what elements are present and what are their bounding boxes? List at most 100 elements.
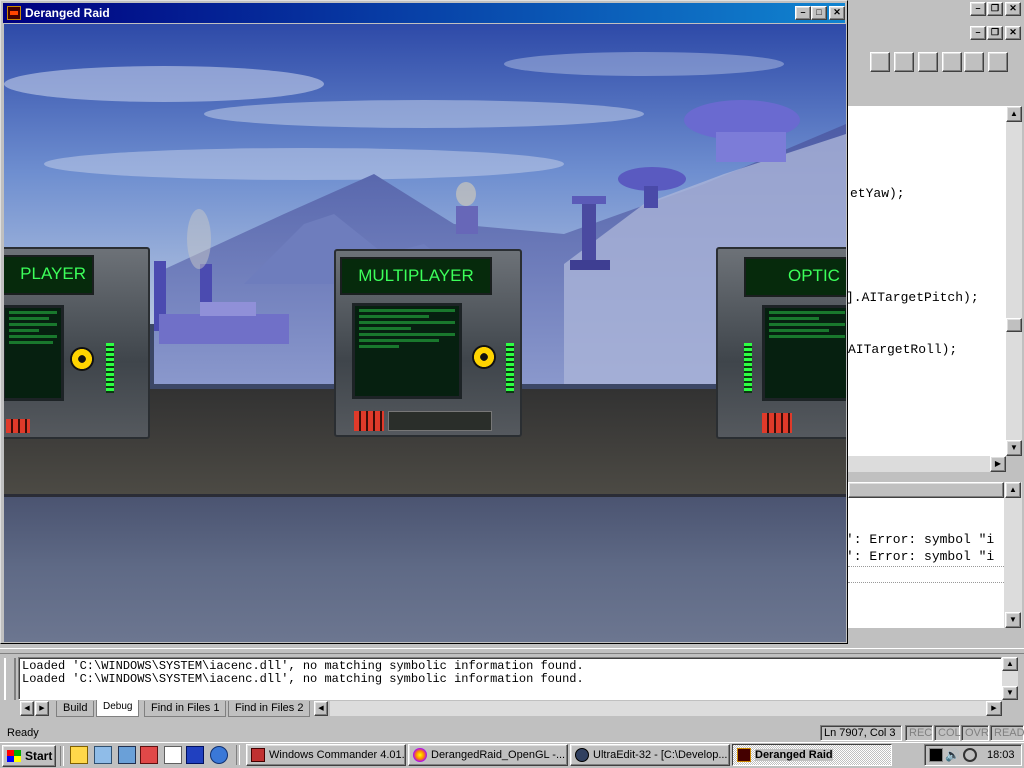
volume-icon[interactable]: 🔊 [945, 748, 960, 762]
error-vscroll[interactable]: ▲ ▼ [1004, 482, 1022, 628]
indicator-read: READ [990, 725, 1024, 741]
ide-toolbar [846, 48, 1024, 76]
scroll-down-button[interactable]: ▼ [1005, 612, 1021, 628]
start-label: Start [25, 749, 53, 763]
minimize-button[interactable]: – [970, 2, 986, 16]
scroll-thumb[interactable] [1006, 318, 1022, 332]
disk-icon [251, 748, 265, 762]
indicator-rec: REC [905, 725, 933, 741]
code-editor[interactable]: etYaw); ].AITargetPitch); AITargetRoll); [848, 106, 1006, 456]
watch-icon[interactable] [870, 52, 890, 72]
maximize-button[interactable]: □ [811, 6, 827, 20]
restore-button[interactable]: ❐ [987, 2, 1003, 16]
memory-icon[interactable] [942, 52, 962, 72]
editor-vscroll[interactable]: ▲ ▼ [1006, 106, 1022, 456]
tab-find-in-files-1[interactable]: Find in Files 1 [144, 701, 227, 717]
system-tray: 🔊 18:03 [924, 744, 1022, 766]
monitor-screen [4, 305, 64, 401]
indicator-ovr: OVR [961, 725, 989, 741]
variables-icon[interactable] [894, 52, 914, 72]
monitor-screen [352, 303, 462, 399]
tab-build[interactable]: Build [56, 701, 95, 717]
disassembly-icon[interactable] [988, 52, 1008, 72]
tools-icon[interactable] [118, 746, 136, 764]
task-label: Deranged Raid [755, 749, 833, 761]
ultraedit-icon [575, 748, 589, 762]
task-label: DerangedRaid_OpenGL -... [431, 749, 566, 761]
monitor-screen [762, 305, 846, 401]
close-button[interactable]: ✕ [829, 6, 845, 20]
minimize-button[interactable]: – [795, 6, 811, 20]
list-header [848, 482, 1004, 498]
task-windows-commander[interactable]: Windows Commander 4.01... [246, 744, 406, 766]
scroll-up-button[interactable]: ▲ [1006, 106, 1022, 122]
code-line: AITargetRoll); [848, 342, 958, 357]
menu-monitor-player[interactable]: PLAYER [4, 247, 150, 439]
error-line[interactable]: ': Error: symbol "i [848, 532, 994, 547]
cut-icon[interactable] [164, 746, 182, 764]
tab-debug[interactable]: Debug [96, 700, 140, 717]
internet-explorer-icon[interactable] [210, 746, 228, 764]
led-bar [506, 343, 514, 393]
puzzle-icon[interactable] [140, 746, 158, 764]
tab-find-in-files-2[interactable]: Find in Files 2 [228, 701, 311, 717]
doc-minimize-button[interactable]: – [970, 26, 986, 40]
task-label: Windows Commander 4.01... [269, 749, 406, 761]
splitter[interactable] [0, 648, 1024, 654]
error-list[interactable]: ': Error: symbol "i ': Error: symbol "i [848, 482, 1004, 628]
status-text: Ready [7, 727, 39, 739]
clock[interactable]: 18:03 [987, 749, 1015, 761]
keypad [354, 411, 384, 431]
scroll-right-button[interactable]: ▶ [990, 456, 1006, 472]
tab-scroll-first[interactable]: ◀ [20, 701, 34, 716]
task-ultraedit[interactable]: UltraEdit-32 - [C:\Develop... [570, 744, 730, 766]
led-bar [106, 343, 114, 393]
menu-monitor-multiplayer[interactable]: MULTIPLAYER [334, 249, 522, 437]
editor-hscroll[interactable]: ▶ [848, 456, 1006, 472]
menu-title: OPTIC [744, 257, 846, 297]
task-deranged-raid[interactable]: Deranged Raid [732, 744, 892, 766]
game-icon [7, 6, 21, 20]
outlook-icon[interactable] [70, 746, 88, 764]
tab-scroll-next[interactable]: ▶ [35, 701, 49, 716]
scroll-up-button[interactable]: ▲ [1002, 657, 1018, 671]
output-vscroll[interactable]: ▲ ▼ [1002, 657, 1018, 700]
pane-gripper[interactable] [4, 658, 16, 700]
close-button[interactable]: ✕ [1005, 2, 1021, 16]
vent-panel [388, 411, 492, 431]
quicklaunch-end-divider [236, 745, 240, 765]
output-hscroll[interactable]: ▶ [330, 701, 1002, 716]
scroll-up-button[interactable]: ▲ [1005, 482, 1021, 498]
ide-window: – ❐ ✕ – ❐ ✕ etYaw); ].AITargetPitch); AI… [846, 0, 1024, 643]
game-icon [737, 748, 751, 762]
network-icon[interactable] [94, 746, 112, 764]
output-text[interactable]: Loaded 'C:\WINDOWS\SYSTEM\iacenc.dll', n… [18, 657, 1002, 700]
ide-doc-controls: – ❐ ✕ [970, 25, 1022, 41]
scroll-down-button[interactable]: ▼ [1002, 686, 1018, 700]
start-button[interactable]: Start [2, 745, 56, 767]
code-line: ].AITargetPitch); [848, 290, 979, 305]
doc-restore-button[interactable]: ❐ [987, 26, 1003, 40]
tab-scroll-last[interactable]: ◀ [314, 701, 328, 716]
title-bar[interactable]: Deranged Raid – □ ✕ [3, 3, 845, 23]
magnifier-icon[interactable] [963, 748, 977, 762]
menu-monitor-options[interactable]: OPTIC [716, 247, 846, 439]
scroll-right-button[interactable]: ▶ [986, 701, 1002, 716]
doc-close-button[interactable]: ✕ [1005, 26, 1021, 40]
divider [848, 566, 1004, 567]
quicklaunch-divider [60, 746, 64, 766]
led-bar [744, 343, 752, 393]
tray-monitor-icon[interactable] [929, 748, 943, 762]
game-window: Deranged Raid – □ ✕ PLAYER MULTIPLAYER O… [0, 0, 848, 644]
registers-icon[interactable] [918, 52, 938, 72]
task-derangedraid-opengl[interactable]: DerangedRaid_OpenGL -... [408, 744, 568, 766]
error-line[interactable]: ': Error: symbol "i [848, 549, 994, 564]
game-viewport[interactable]: PLAYER MULTIPLAYER OPTIC [4, 24, 846, 642]
menu-title: MULTIPLAYER [340, 257, 492, 295]
callstack-icon[interactable] [964, 52, 984, 72]
save-icon[interactable] [186, 746, 204, 764]
keypad [762, 413, 792, 433]
scroll-down-button[interactable]: ▼ [1006, 440, 1022, 456]
ide-window-controls: – ❐ ✕ [970, 1, 1022, 17]
divider [848, 582, 1004, 583]
